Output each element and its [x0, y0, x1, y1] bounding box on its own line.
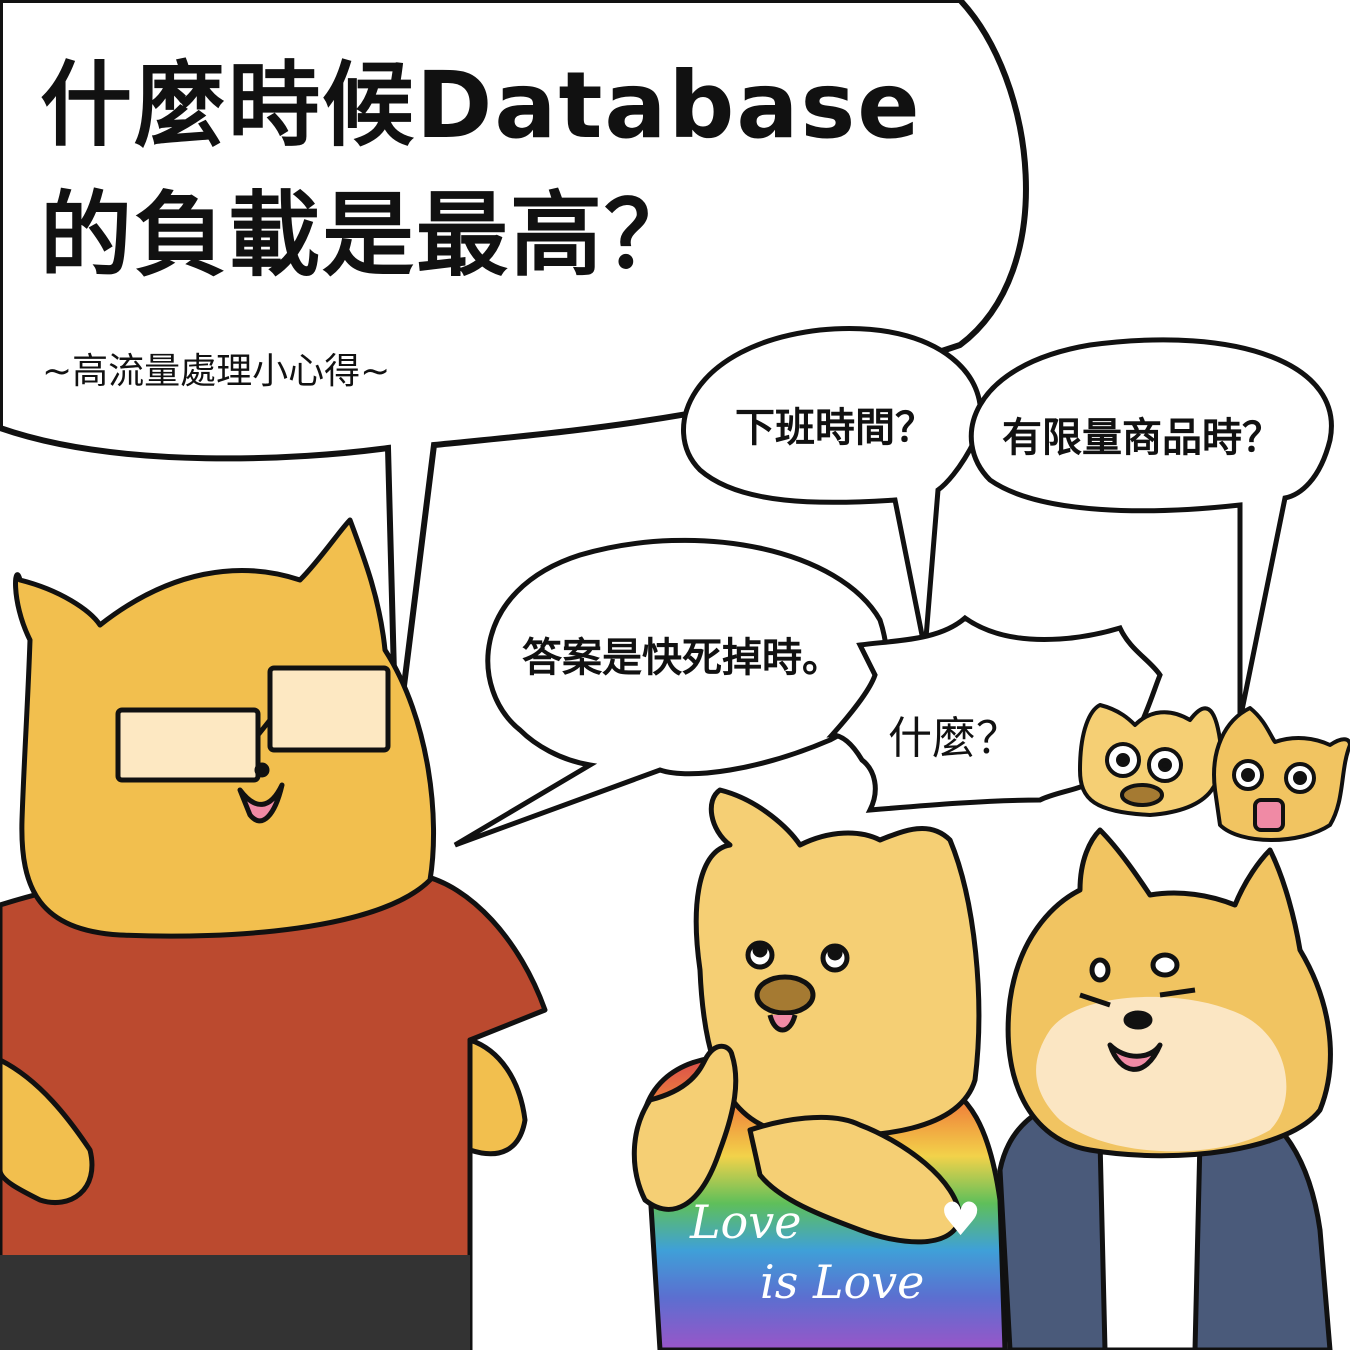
shirt-text-love: Love: [690, 1195, 802, 1249]
dog-snout: [754, 974, 816, 1016]
shiba-face-cream: [1036, 996, 1287, 1152]
bear-with-glasses: [0, 517, 548, 1350]
glasses-right-lens: [267, 665, 391, 753]
bear-nose: [254, 762, 270, 778]
shirt-text-is-love: is Love: [760, 1255, 925, 1309]
shiba-in-jacket: [997, 827, 1333, 1350]
title-line-1: 什麼時候Database: [40, 52, 922, 159]
answer-bubble: [453, 537, 889, 848]
after-work-text: 下班時間？: [735, 405, 935, 451]
white-shirt: [1097, 1137, 1203, 1350]
glasses-left-lens: [115, 707, 261, 783]
black-pants: [0, 1255, 470, 1350]
answer-text: 答案是快死掉時。: [522, 635, 842, 681]
bear-arm: [467, 1037, 528, 1157]
title-line-2: 的負載是最高？: [40, 182, 699, 289]
subtitle: ~高流量處理小心得~: [42, 351, 391, 392]
shirt-heart-icon: ♥: [940, 1192, 982, 1246]
limited-goods-text: 有限量商品時？: [1002, 415, 1282, 461]
peeking-heads: [1078, 703, 1350, 842]
what-text: 什麼？: [888, 713, 1020, 764]
